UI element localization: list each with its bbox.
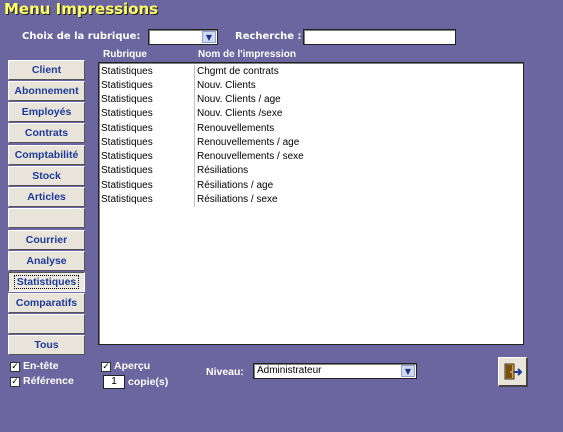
niveau-label: Niveau: bbox=[206, 366, 244, 378]
column-header-nom[interactable]: Nom de l'impression bbox=[198, 49, 296, 60]
nav-button-client[interactable]: Client bbox=[8, 60, 85, 80]
cell-nom: Résiliations / sexe bbox=[197, 194, 278, 205]
rubrique-select[interactable]: ▼ bbox=[148, 29, 218, 45]
cell-nom: Renouvellements / age bbox=[197, 137, 300, 148]
nav-label: Contrats bbox=[24, 127, 69, 139]
nav-button-comptabilite[interactable]: Comptabilité bbox=[8, 145, 85, 165]
list-item[interactable]: Statistiques Résiliations / age bbox=[99, 179, 523, 193]
list-item[interactable]: Statistiques Nouv. Clients bbox=[99, 79, 523, 93]
cell-rubrique: Statistiques bbox=[101, 151, 153, 162]
apercu-checkbox[interactable]: ✓ bbox=[101, 362, 111, 372]
nav-label: Abonnement bbox=[14, 85, 79, 97]
list-item[interactable]: Statistiques Résiliations / sexe bbox=[99, 193, 523, 207]
list-item[interactable]: Statistiques Résiliations bbox=[99, 164, 523, 178]
search-input[interactable] bbox=[303, 29, 456, 45]
nav-button-empty-1[interactable] bbox=[8, 208, 85, 228]
nav-label: Comptabilité bbox=[14, 149, 79, 161]
search-label: Recherche : bbox=[235, 31, 302, 42]
cell-nom: Renouvellements / sexe bbox=[197, 151, 304, 162]
nav-button-contrats[interactable]: Contrats bbox=[8, 123, 85, 143]
copies-label: copie(s) bbox=[128, 376, 169, 388]
nav-label: Employés bbox=[21, 106, 72, 118]
cell-rubrique: Statistiques bbox=[101, 66, 153, 77]
window-title: Menu Impressions bbox=[4, 0, 159, 18]
nav-button-employes[interactable]: Employés bbox=[8, 102, 85, 122]
list-item[interactable]: Statistiques Renouvellements bbox=[99, 122, 523, 136]
entete-checkbox[interactable]: ✓ bbox=[10, 362, 20, 372]
list-item[interactable]: Statistiques Renouvellements / sexe bbox=[99, 150, 523, 164]
list-item[interactable]: Statistiques Nouv. Clients / age bbox=[99, 93, 523, 107]
nav-label: Statistiques bbox=[13, 275, 80, 289]
checkmark-icon: ✓ bbox=[11, 377, 19, 387]
nav-button-abonnement[interactable]: Abonnement bbox=[8, 81, 85, 101]
chevron-down-icon[interactable]: ▼ bbox=[401, 365, 415, 377]
cell-rubrique: Statistiques bbox=[101, 80, 153, 91]
cell-rubrique: Statistiques bbox=[101, 108, 153, 119]
nav-button-analyse[interactable]: Analyse bbox=[8, 251, 85, 271]
checkmark-icon: ✓ bbox=[11, 362, 19, 372]
cell-nom: Chgmt de contrats bbox=[197, 66, 279, 77]
apercu-label: Aperçu bbox=[114, 360, 151, 372]
nav-label: Analyse bbox=[26, 255, 67, 267]
nav-label: Client bbox=[31, 64, 62, 76]
nav-label: Comparatifs bbox=[15, 297, 78, 309]
cell-rubrique: Statistiques bbox=[101, 94, 153, 105]
nav-button-stock[interactable]: Stock bbox=[8, 166, 85, 186]
entete-label: En-tête bbox=[23, 360, 59, 372]
rubrique-label: Choix de la rubrique: bbox=[22, 31, 141, 42]
chevron-down-icon[interactable]: ▼ bbox=[202, 31, 216, 43]
print-list[interactable]: Statistiques Chgmt de contrats Statistiqu… bbox=[98, 62, 524, 345]
cell-nom: Résiliations / age bbox=[197, 180, 274, 191]
list-item[interactable]: Statistiques Nouv. Clients /sexe bbox=[99, 107, 523, 121]
nav-button-comparatifs[interactable]: Comparatifs bbox=[8, 293, 85, 313]
list-item[interactable]: Statistiques Chgmt de contrats bbox=[99, 65, 523, 79]
cell-rubrique: Statistiques bbox=[101, 180, 153, 191]
cell-rubrique: Statistiques bbox=[101, 165, 153, 176]
exit-button[interactable] bbox=[498, 357, 528, 387]
cell-nom: Nouv. Clients bbox=[197, 80, 256, 91]
nav-button-tous[interactable]: Tous bbox=[8, 335, 85, 355]
niveau-value: Administrateur bbox=[257, 365, 322, 376]
reference-checkbox[interactable]: ✓ bbox=[10, 377, 20, 387]
nav-label: Stock bbox=[32, 170, 61, 182]
nav-button-empty-2[interactable] bbox=[8, 314, 85, 334]
nav-button-articles[interactable]: Articles bbox=[8, 187, 85, 207]
exit-door-icon bbox=[504, 363, 522, 379]
nav-button-statistiques[interactable]: Statistiques bbox=[8, 272, 85, 292]
reference-label: Référence bbox=[23, 375, 74, 387]
cell-rubrique: Statistiques bbox=[101, 194, 153, 205]
column-header-rubrique[interactable]: Rubrique bbox=[103, 49, 147, 60]
nav-label: Courrier bbox=[25, 234, 68, 246]
list-item[interactable]: Statistiques Renouvellements / age bbox=[99, 136, 523, 150]
cell-nom: Nouv. Clients / age bbox=[197, 94, 281, 105]
cell-nom: Renouvellements bbox=[197, 123, 275, 134]
cell-rubrique: Statistiques bbox=[101, 137, 153, 148]
niveau-select[interactable]: Administrateur ▼ bbox=[253, 363, 417, 379]
nav-button-courrier[interactable]: Courrier bbox=[8, 230, 85, 250]
cell-nom: Nouv. Clients /sexe bbox=[197, 108, 283, 119]
nav-label: Articles bbox=[27, 191, 66, 203]
cell-rubrique: Statistiques bbox=[101, 123, 153, 134]
cell-nom: Résiliations bbox=[197, 165, 249, 176]
nav-label: Tous bbox=[34, 339, 59, 351]
checkmark-icon: ✓ bbox=[102, 362, 110, 372]
copies-input[interactable]: 1 bbox=[103, 375, 125, 389]
